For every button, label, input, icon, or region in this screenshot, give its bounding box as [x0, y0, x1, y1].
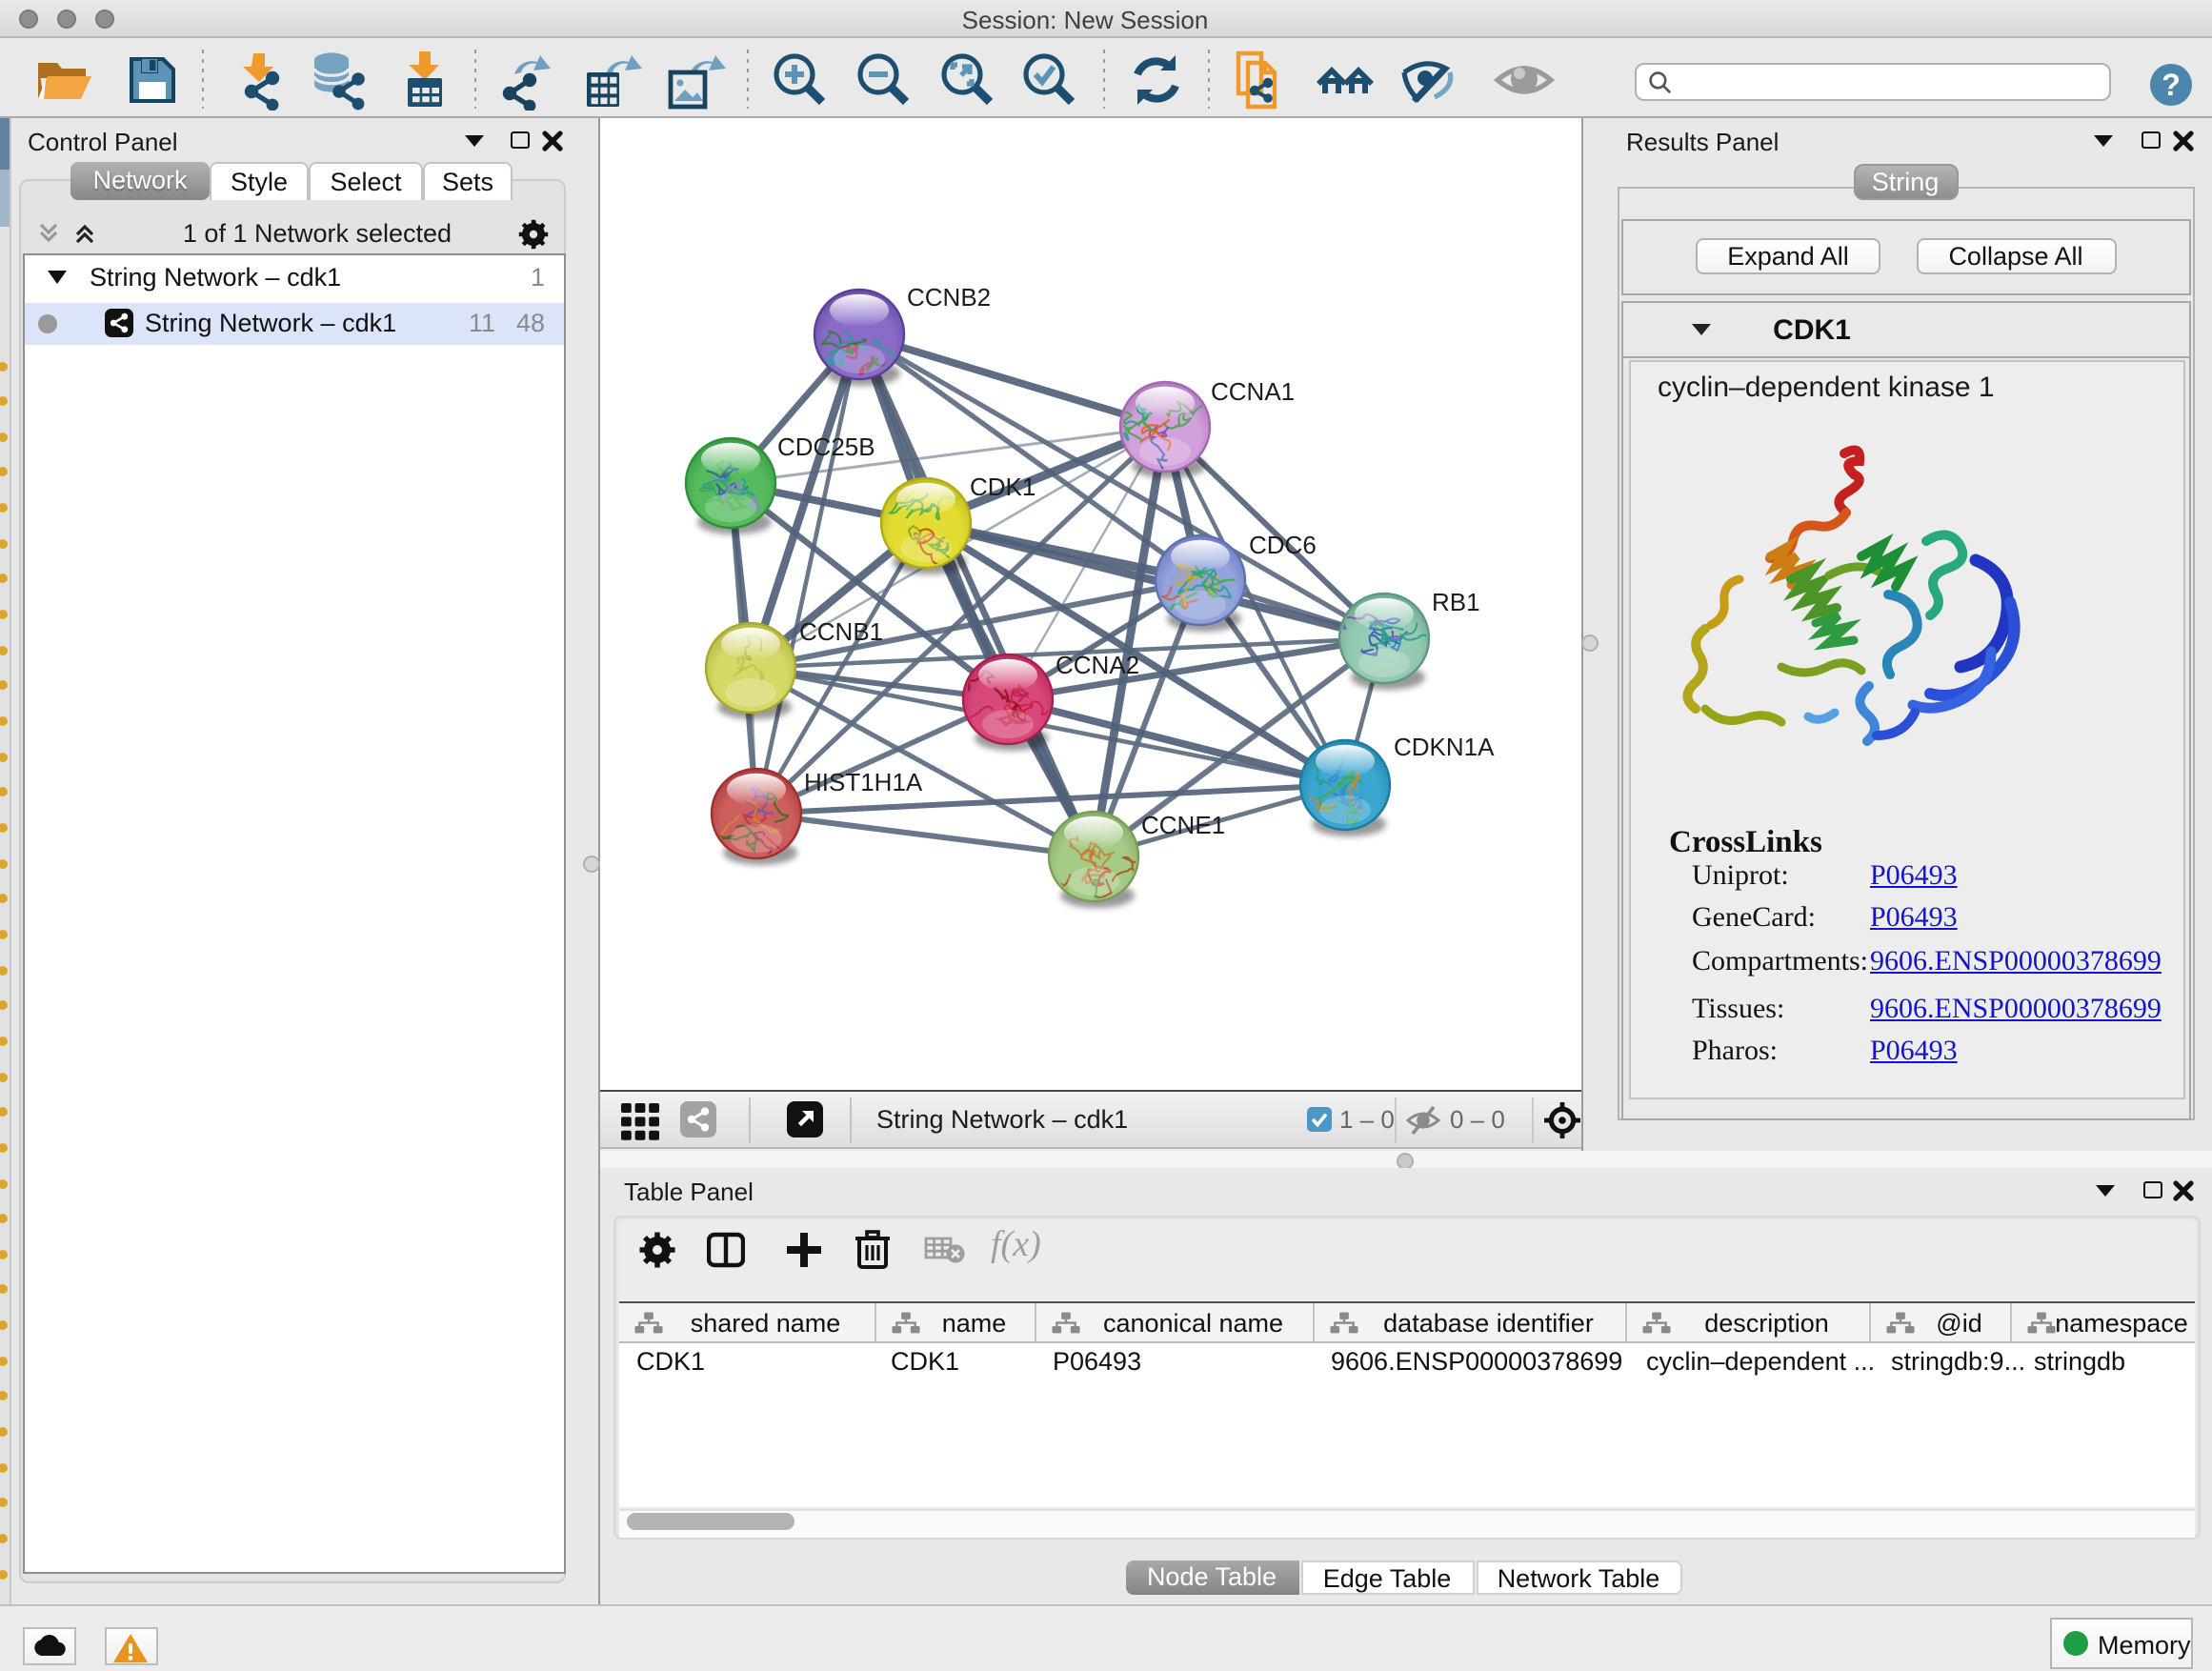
svg-text:CCNA2: CCNA2	[1056, 651, 1139, 679]
svg-text:?: ?	[2162, 67, 2181, 101]
svg-text:RB1: RB1	[1432, 588, 1480, 616]
svg-text:CDC25B: CDC25B	[777, 433, 875, 461]
svg-text:CCNB2: CCNB2	[907, 283, 991, 312]
svg-text:CDK1: CDK1	[970, 473, 1036, 501]
svg-text:CCNB1: CCNB1	[799, 617, 883, 646]
svg-text:CDKN1A: CDKN1A	[1394, 733, 1495, 761]
svg-text:CDC6: CDC6	[1249, 531, 1317, 559]
svg-text:CCNE1: CCNE1	[1141, 811, 1225, 839]
svg-text:CCNA1: CCNA1	[1211, 377, 1295, 406]
svg-text:HIST1H1A: HIST1H1A	[804, 768, 923, 796]
